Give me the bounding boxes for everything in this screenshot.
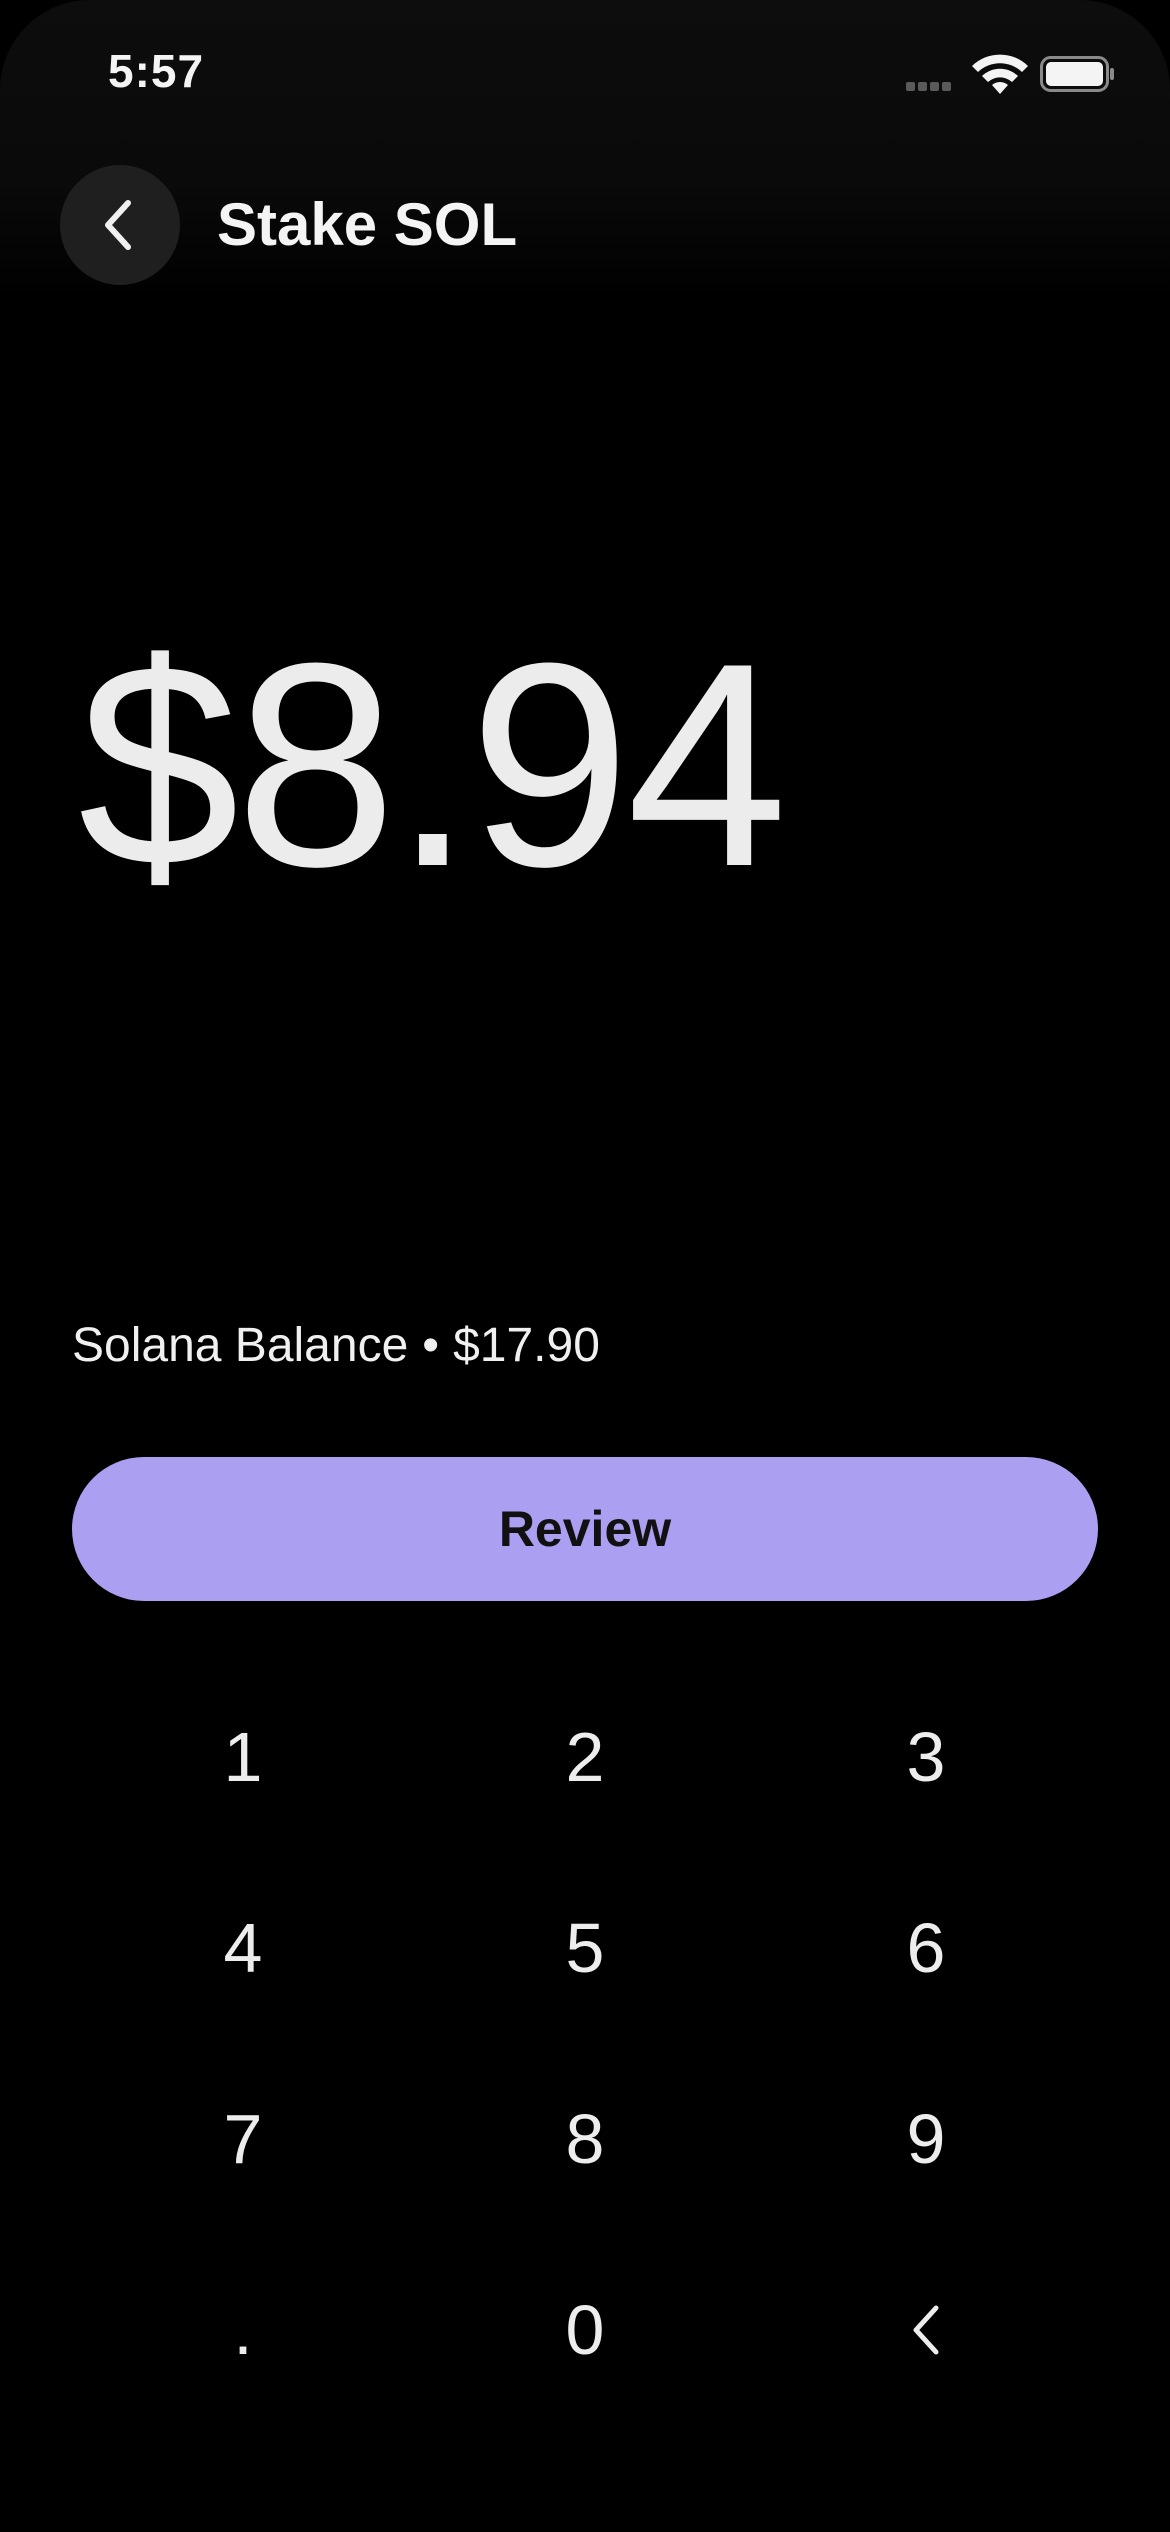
amount-display: $8.94 <box>78 603 788 927</box>
signal-icon <box>906 78 960 91</box>
balance-value: $17.90 <box>453 1319 600 1372</box>
key-6[interactable]: 6 <box>776 1873 1076 2023</box>
key-0[interactable]: 0 <box>435 2255 735 2405</box>
battery-icon <box>1040 56 1114 92</box>
key-1[interactable]: 1 <box>93 1682 393 1832</box>
status-time: 5:57 <box>108 45 205 97</box>
chevron-left-icon <box>105 200 131 250</box>
balance-line: Solana Balance • $17.90 <box>72 1318 600 1373</box>
key-3[interactable]: 3 <box>776 1682 1076 1832</box>
back-button[interactable] <box>60 165 180 285</box>
stake-sol-screen: 5:57 Stake SOL $8.94 Solana Balance • $17.… <box>0 0 1170 2532</box>
chevron-left-icon <box>913 2305 939 2355</box>
backspace-key[interactable] <box>776 2255 1076 2405</box>
key-decimal[interactable]: . <box>93 2255 393 2405</box>
page-title: Stake SOL <box>217 191 518 258</box>
key-9[interactable]: 9 <box>776 2064 1076 2214</box>
review-button[interactable]: Review <box>72 1457 1098 1601</box>
balance-separator: • <box>422 1319 440 1372</box>
key-5[interactable]: 5 <box>435 1873 735 2023</box>
wifi-icon <box>972 54 1028 94</box>
numeric-keypad: 1 2 3 4 5 6 7 8 9 . 0 <box>0 1660 1170 2460</box>
status-bar: 5:57 <box>0 0 1170 150</box>
key-4[interactable]: 4 <box>93 1873 393 2023</box>
key-8[interactable]: 8 <box>435 2064 735 2214</box>
key-2[interactable]: 2 <box>435 1682 735 1832</box>
balance-label: Solana Balance <box>72 1319 409 1372</box>
key-7[interactable]: 7 <box>93 2064 393 2214</box>
